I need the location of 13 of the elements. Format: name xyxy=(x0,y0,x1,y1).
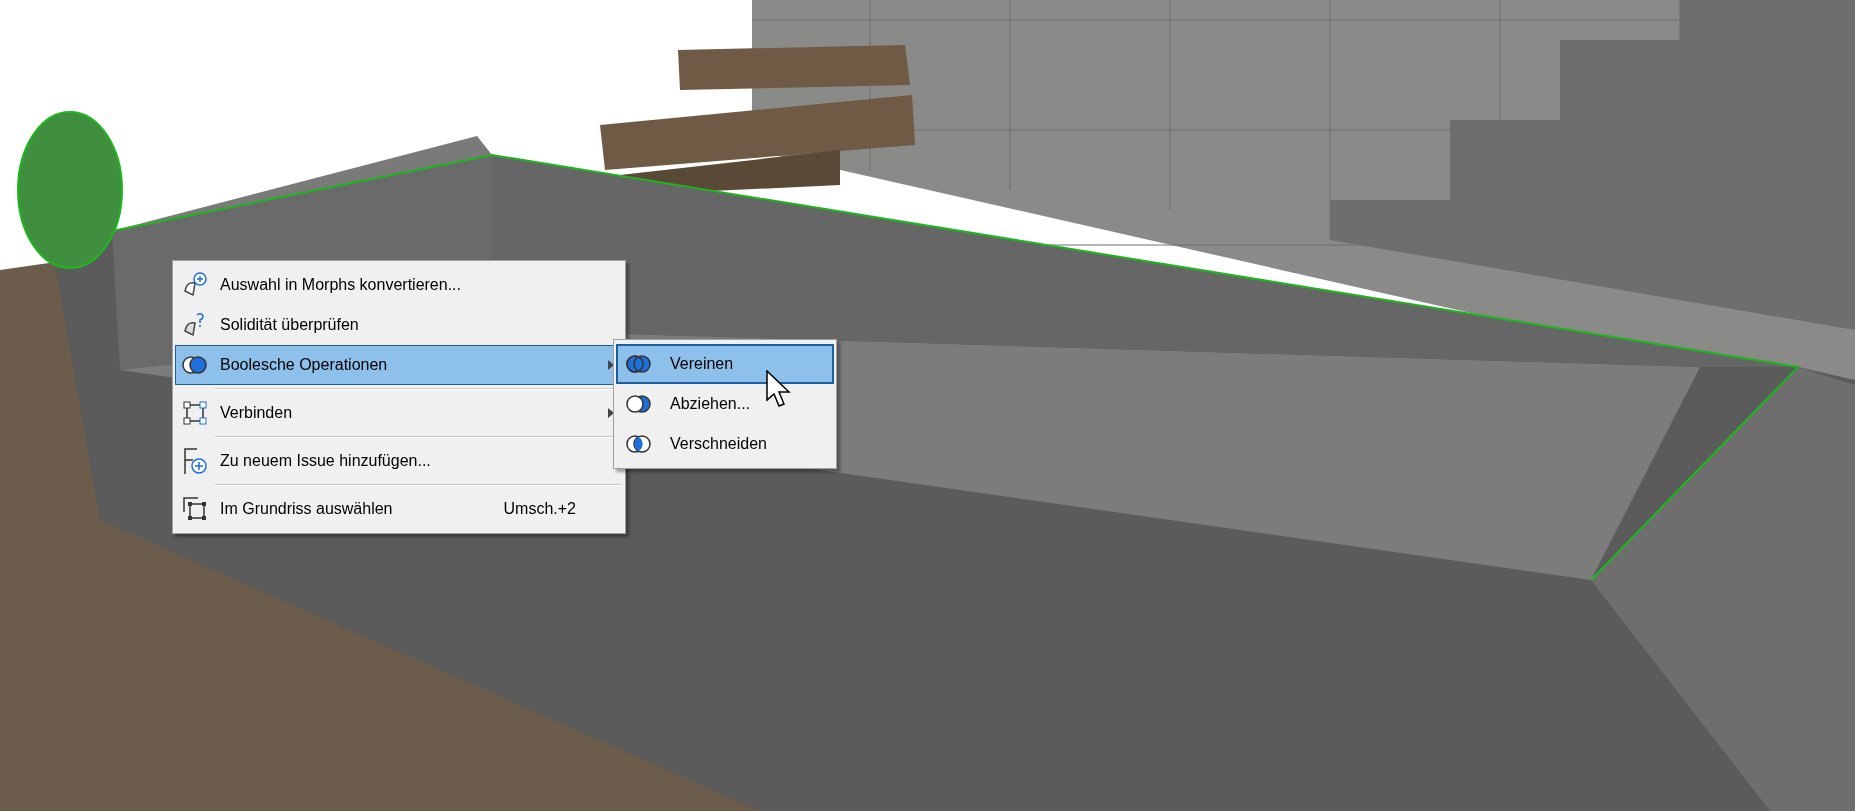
menu-item[interactable]: Solidität überprüfen xyxy=(175,305,623,345)
menu-item[interactable]: Im Grundriss auswählen Umsch.+2 xyxy=(175,489,623,529)
mouse-cursor-icon xyxy=(766,370,792,410)
shortcut-text: Umsch.+2 xyxy=(503,499,576,519)
submenu-item[interactable]: Abziehen... xyxy=(616,384,834,424)
overlapping-circles-icon xyxy=(181,355,209,375)
connect-nodes-icon xyxy=(182,400,208,426)
morph-convert-icon xyxy=(181,271,209,299)
menu-item[interactable]: Auswahl in Morphs konvertieren... xyxy=(175,265,623,305)
issue-add-icon xyxy=(181,446,209,476)
submenu-item[interactable]: Verschneiden xyxy=(616,424,834,464)
floor-plan-select-icon xyxy=(181,495,209,523)
submenu-item[interactable]: Vereinen xyxy=(616,344,834,384)
